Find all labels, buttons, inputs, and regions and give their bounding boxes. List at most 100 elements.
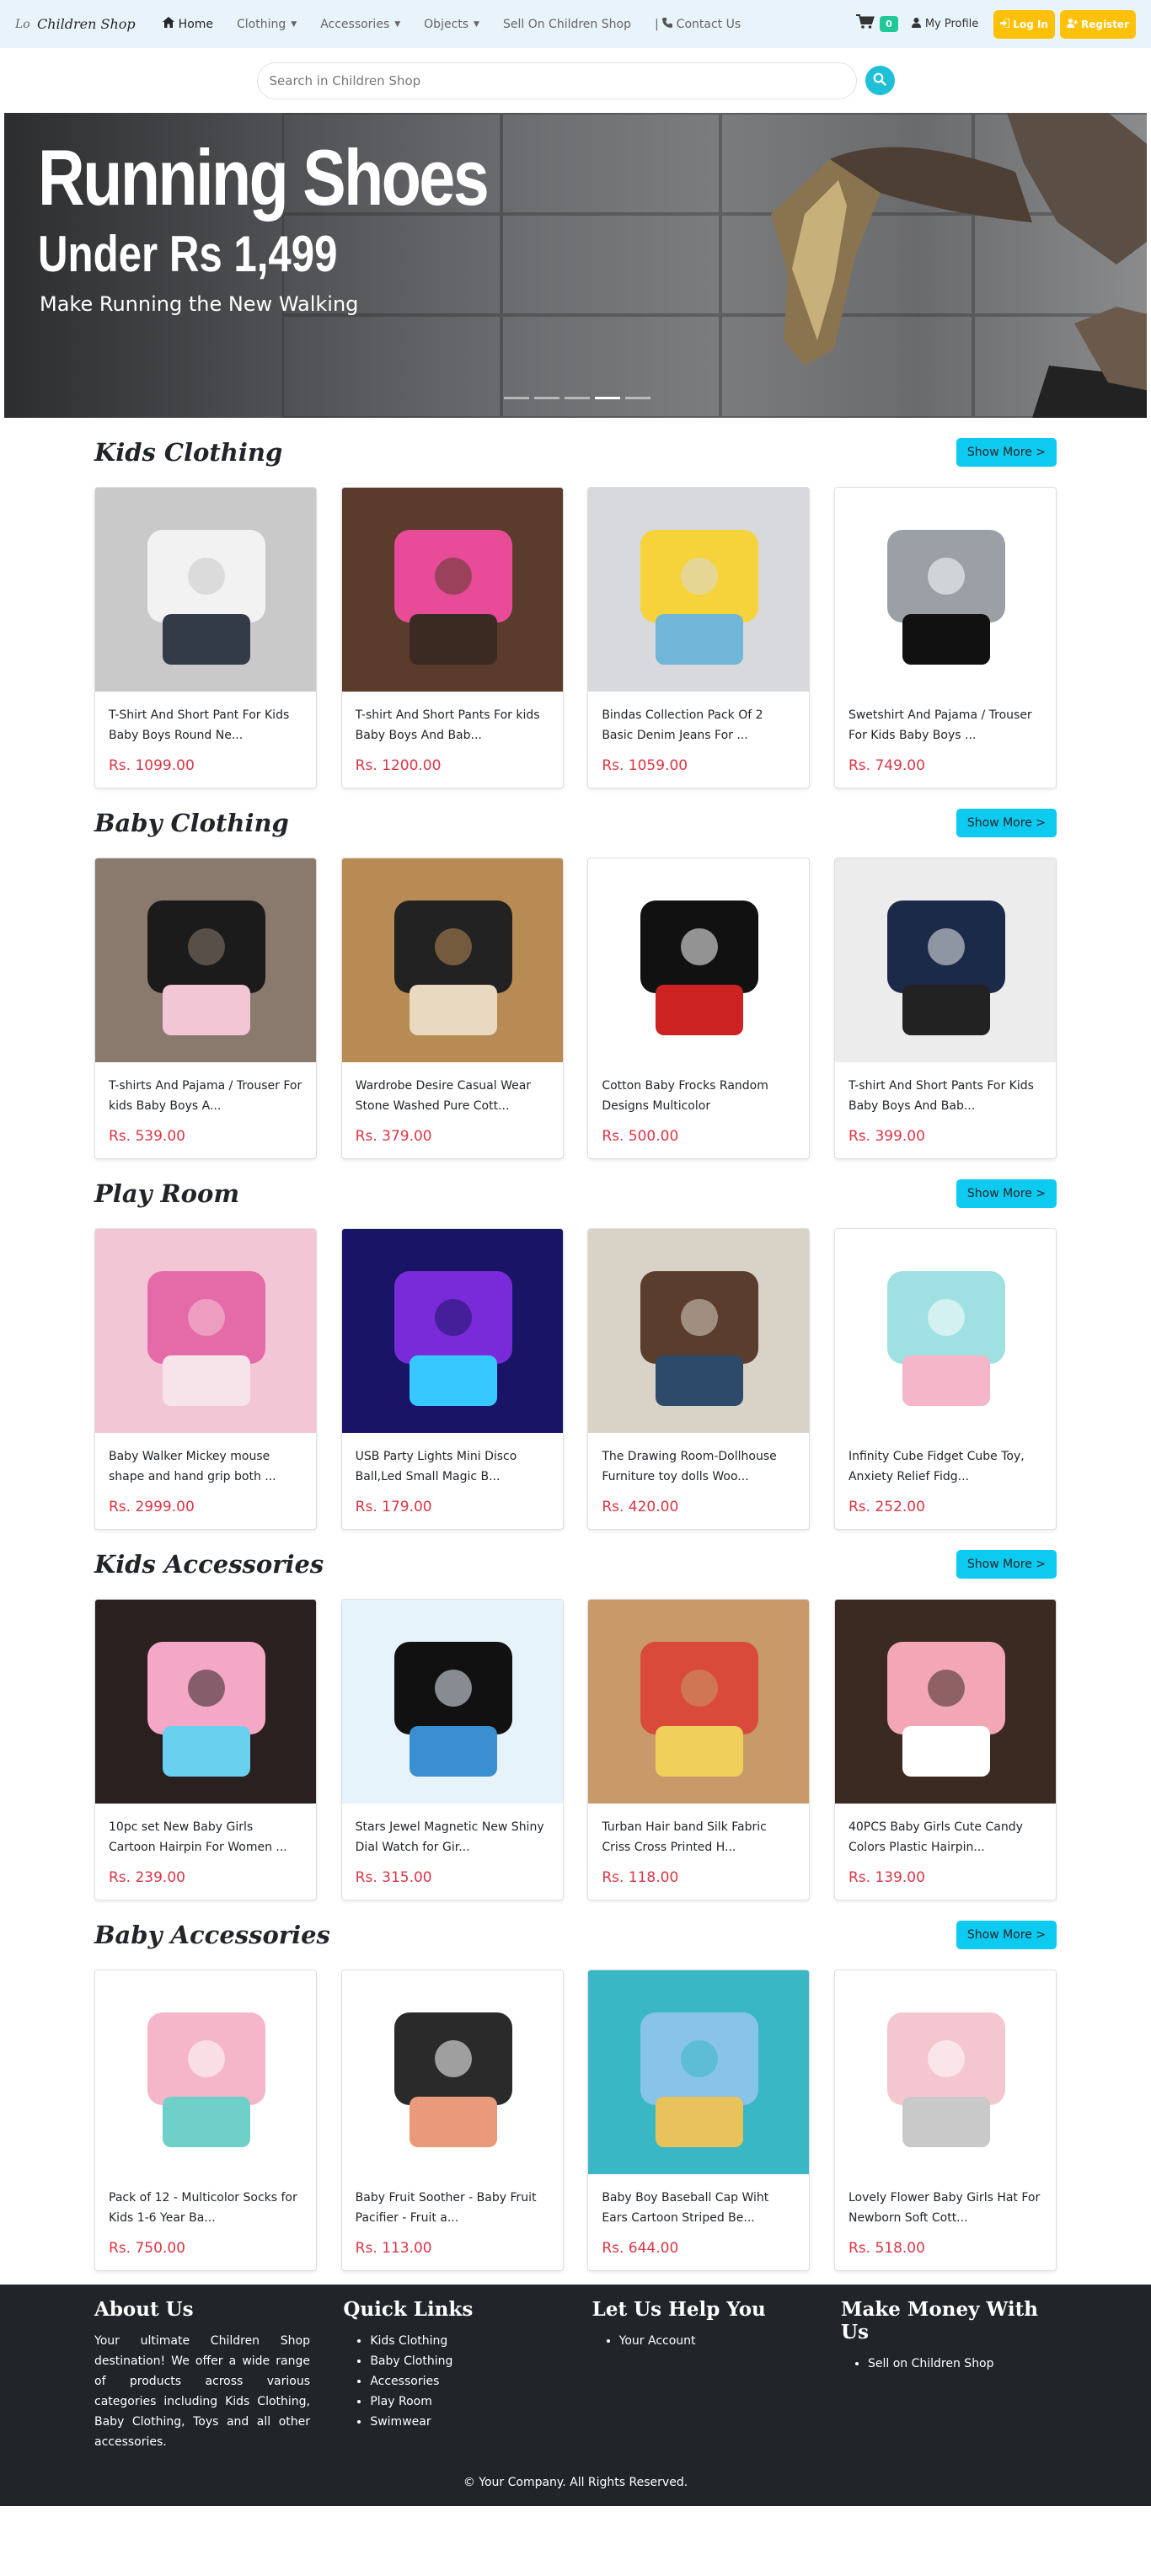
product-title[interactable]: T-shirt And Short Pants For kids Baby Bo… xyxy=(342,692,563,751)
user-icon xyxy=(911,17,921,31)
product-title[interactable]: T-shirts And Pajama / Trouser For kids B… xyxy=(95,1062,316,1121)
hero-carousel[interactable]: Running Shoes Under Rs 1,499 Make Runnin… xyxy=(4,113,1147,418)
product-image[interactable] xyxy=(95,1229,316,1433)
product-image[interactable] xyxy=(588,1229,810,1433)
product-title[interactable]: T-Shirt And Short Pant For Kids Baby Boy… xyxy=(95,692,316,751)
product-image[interactable] xyxy=(588,488,810,692)
product-image[interactable] xyxy=(95,1970,316,2174)
product-title[interactable]: 40PCS Baby Girls Cute Candy Colors Plast… xyxy=(835,1804,1056,1863)
show-more-button[interactable]: Show More > xyxy=(956,809,1057,837)
product-card[interactable]: Baby Fruit Soother - Baby Fruit Pacifier… xyxy=(340,1969,564,2271)
footer-money: Make Money With Us Sell on Children Shop xyxy=(841,2298,1057,2452)
product-title[interactable]: Wardrobe Desire Casual Wear Stone Washed… xyxy=(342,1062,563,1121)
product-card[interactable]: T-Shirt And Short Pant For Kids Baby Boy… xyxy=(94,487,317,788)
nav-accessories-dropdown[interactable]: Accessories ▼ xyxy=(320,18,400,31)
nav-contact-label: Contact Us xyxy=(676,17,741,31)
product-image[interactable] xyxy=(588,858,810,1062)
nav-home[interactable]: Home xyxy=(162,17,213,31)
product-image[interactable] xyxy=(95,488,316,692)
product-card[interactable]: The Drawing Room-Dollhouse Furniture toy… xyxy=(587,1228,811,1530)
product-title[interactable]: 10pc set New Baby Girls Cartoon Hairpin … xyxy=(95,1804,316,1863)
carousel-indicator[interactable] xyxy=(595,397,620,399)
product-card[interactable]: 40PCS Baby Girls Cute Candy Colors Plast… xyxy=(833,1599,1057,1900)
product-card[interactable]: 10pc set New Baby Girls Cartoon Hairpin … xyxy=(94,1599,317,1900)
show-more-button[interactable]: Show More > xyxy=(956,1179,1057,1208)
product-card[interactable]: USB Party Lights Mini Disco Ball,Led Sma… xyxy=(340,1228,564,1530)
brand-link[interactable]: Lo Children Shop xyxy=(15,16,136,32)
footer-link-swimwear[interactable]: Swimwear xyxy=(370,2412,559,2432)
nav-clothing-dropdown[interactable]: Clothing ▼ xyxy=(237,18,297,31)
carousel-indicator[interactable] xyxy=(625,397,650,399)
cart-button[interactable]: 0 xyxy=(856,14,898,34)
copyright-text: © Your Company. All Rights Reserved. xyxy=(463,2476,688,2489)
show-more-button[interactable]: Show More > xyxy=(956,438,1057,467)
product-title[interactable]: Infinity Cube Fidget Cube Toy, Anxiety R… xyxy=(835,1433,1056,1492)
product-title[interactable]: Bindas Collection Pack Of 2 Basic Denim … xyxy=(588,692,809,751)
product-title[interactable]: T-shirt And Short Pants For Kids Baby Bo… xyxy=(835,1062,1056,1121)
product-title[interactable]: Swetshirt And Pajama / Trouser For Kids … xyxy=(835,692,1056,751)
product-image[interactable] xyxy=(834,858,1056,1062)
login-button[interactable]: Log In xyxy=(993,9,1055,39)
product-image[interactable] xyxy=(588,1970,810,2174)
nav-objects-dropdown[interactable]: Objects ▼ xyxy=(424,18,479,31)
footer-quick-title: Quick Links xyxy=(343,2298,474,2321)
product-card[interactable]: Wardrobe Desire Casual Wear Stone Washed… xyxy=(340,858,564,1159)
register-button[interactable]: Register xyxy=(1059,9,1136,39)
product-title[interactable]: USB Party Lights Mini Disco Ball,Led Sma… xyxy=(342,1433,563,1492)
product-title[interactable]: The Drawing Room-Dollhouse Furniture toy… xyxy=(588,1433,809,1492)
product-image[interactable] xyxy=(341,488,563,692)
product-card[interactable]: Turban Hair band Silk Fabric Criss Cross… xyxy=(587,1599,811,1900)
product-image[interactable] xyxy=(95,1600,316,1804)
product-card[interactable]: Lovely Flower Baby Girls Hat For Newborn… xyxy=(833,1969,1057,2271)
nav-sell[interactable]: Sell On Children Shop xyxy=(503,18,631,31)
product-image[interactable] xyxy=(834,488,1056,692)
footer-link-sell[interactable]: Sell on Children Shop xyxy=(868,2354,1057,2374)
footer-link-accessories[interactable]: Accessories xyxy=(370,2371,559,2392)
product-title[interactable]: Lovely Flower Baby Girls Hat For Newborn… xyxy=(835,2174,1056,2233)
product-card[interactable]: T-shirts And Pajama / Trouser For kids B… xyxy=(94,858,317,1159)
product-card[interactable]: Baby Walker Mickey mouse shape and hand … xyxy=(94,1228,317,1530)
product-title[interactable]: Baby Boy Baseball Cap Wiht Ears Cartoon … xyxy=(588,2174,809,2233)
product-card[interactable]: Infinity Cube Fidget Cube Toy, Anxiety R… xyxy=(833,1228,1057,1530)
product-title[interactable]: Turban Hair band Silk Fabric Criss Cross… xyxy=(588,1804,809,1863)
carousel-indicator[interactable] xyxy=(534,397,559,399)
product-card[interactable]: T-shirt And Short Pants For kids Baby Bo… xyxy=(340,487,564,788)
product-image[interactable] xyxy=(341,1229,563,1433)
product-title[interactable]: Pack of 12 - Multicolor Socks for Kids 1… xyxy=(95,2174,316,2233)
product-title[interactable]: Baby Walker Mickey mouse shape and hand … xyxy=(95,1433,316,1492)
footer-link-your-account[interactable]: Your Account xyxy=(619,2331,808,2351)
product-card[interactable]: Bindas Collection Pack Of 2 Basic Denim … xyxy=(587,487,811,788)
search-icon xyxy=(873,72,886,89)
carousel-indicator[interactable] xyxy=(504,397,529,399)
product-card[interactable]: Stars Jewel Magnetic New Shiny Dial Watc… xyxy=(340,1599,564,1900)
show-more-button[interactable]: Show More > xyxy=(956,1550,1057,1579)
product-card[interactable]: Pack of 12 - Multicolor Socks for Kids 1… xyxy=(94,1969,317,2271)
product-price: Rs. 1099.00 xyxy=(109,757,195,774)
product-grid: Baby Walker Mickey mouse shape and hand … xyxy=(94,1228,1057,1530)
product-image[interactable] xyxy=(341,1600,563,1804)
product-image[interactable] xyxy=(834,1970,1056,2174)
search-button[interactable] xyxy=(865,66,895,95)
product-card[interactable]: Cotton Baby Frocks Random Designs Multic… xyxy=(587,858,811,1159)
product-title[interactable]: Stars Jewel Magnetic New Shiny Dial Watc… xyxy=(342,1804,563,1863)
carousel-indicator[interactable] xyxy=(565,397,590,399)
footer-link-kids-clothing[interactable]: Kids Clothing xyxy=(370,2331,559,2351)
nav-contact[interactable]: | Contact Us xyxy=(655,17,741,31)
product-image[interactable] xyxy=(341,858,563,1062)
product-card[interactable]: Swetshirt And Pajama / Trouser For Kids … xyxy=(833,487,1057,788)
product-title[interactable]: Cotton Baby Frocks Random Designs Multic… xyxy=(588,1062,809,1121)
footer-link-baby-clothing[interactable]: Baby Clothing xyxy=(370,2351,559,2371)
product-card[interactable]: T-shirt And Short Pants For Kids Baby Bo… xyxy=(833,858,1057,1159)
show-more-button[interactable]: Show More > xyxy=(956,1921,1057,1949)
product-image[interactable] xyxy=(834,1600,1056,1804)
product-section: Baby Accessories Show More > Pack of 12 - … xyxy=(94,1916,1057,2271)
product-image[interactable] xyxy=(834,1229,1056,1433)
product-title[interactable]: Baby Fruit Soother - Baby Fruit Pacifier… xyxy=(342,2174,563,2233)
search-input[interactable] xyxy=(256,61,857,99)
product-image[interactable] xyxy=(95,858,316,1062)
my-profile-link[interactable]: My Profile xyxy=(911,17,978,31)
product-card[interactable]: Baby Boy Baseball Cap Wiht Ears Cartoon … xyxy=(587,1969,811,2271)
footer-link-play-room[interactable]: Play Room xyxy=(370,2392,559,2412)
product-image[interactable] xyxy=(341,1970,563,2174)
product-image[interactable] xyxy=(588,1600,810,1804)
